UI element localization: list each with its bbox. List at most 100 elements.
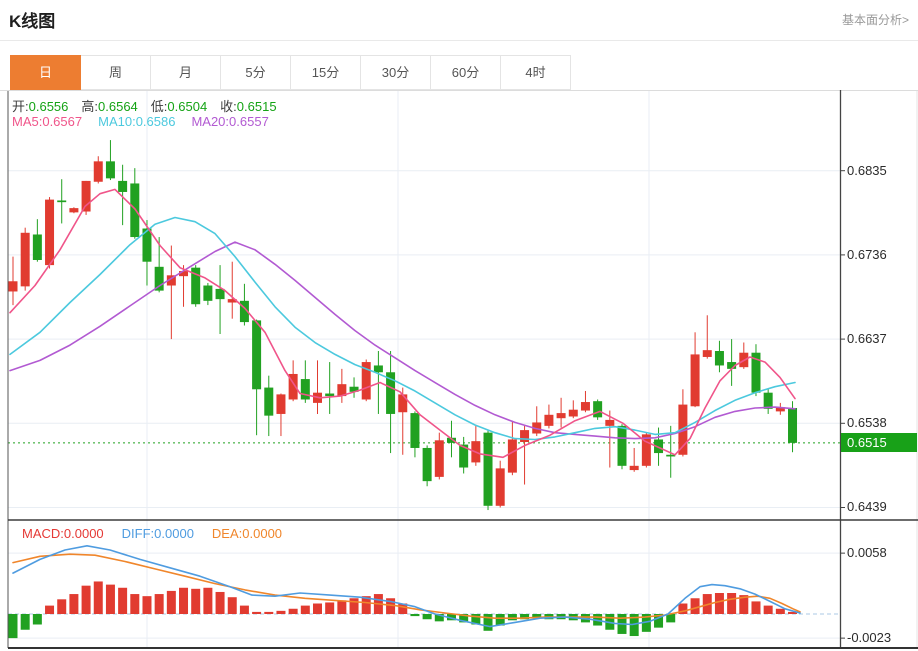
y-axis-label: 0.6439 [847, 499, 887, 515]
y-axis-label: 0.6637 [847, 331, 887, 347]
macd-bar [264, 611, 274, 614]
candle-body [118, 180, 128, 192]
row-ohlc-value: 0.6504 [167, 99, 208, 114]
candle-body [203, 285, 213, 301]
candle-body [520, 430, 530, 443]
candle-body [130, 183, 140, 238]
row-ma-value: 0.6557 [229, 114, 269, 129]
macd-bar [763, 605, 773, 614]
macd-bar [775, 608, 785, 614]
kline-page: K线图 基本面分析> 日周月 5分 15分 30分 60分 4时 开:0.6556 高:0.… [0, 0, 918, 651]
macd-bar [105, 584, 115, 614]
row-macd-label: DEA: [211, 526, 243, 541]
macd-bar [203, 587, 213, 614]
candle-body [32, 234, 42, 261]
candle-body [495, 468, 505, 506]
candle-body [434, 440, 444, 477]
candle-body [45, 199, 55, 266]
macd-bar [422, 614, 432, 620]
candle-body [483, 432, 493, 506]
macd-bar [276, 610, 286, 614]
macd-bar [130, 594, 140, 614]
candle-body [215, 288, 225, 300]
macd-bar [166, 590, 176, 614]
candle-body [373, 365, 383, 373]
candle-body [154, 266, 164, 291]
candle-body [507, 439, 517, 473]
y-axis-label: -0.0023 [847, 630, 892, 646]
candle-body [410, 413, 420, 448]
candle-body [568, 409, 578, 417]
candle-body [422, 447, 432, 482]
candle-body [690, 354, 700, 407]
current-price-tag: 0.6515 [841, 433, 917, 453]
y-axis-label: 0.6538 [847, 415, 887, 431]
macd-bar [8, 614, 18, 639]
macd-bar [507, 614, 517, 621]
candle-body [276, 394, 286, 414]
y-axis-label: 0.0058 [847, 545, 887, 561]
macd-bar [227, 597, 237, 614]
candle-body [788, 407, 798, 443]
candle-body [629, 465, 639, 471]
row-macd-value: 0.0000 [63, 526, 104, 541]
candle-body [252, 320, 262, 390]
macd-bar [337, 600, 347, 614]
candle-body [105, 161, 115, 179]
row-ohlc-label: 收: [220, 99, 237, 114]
row-ohlc-value: 0.6515 [236, 99, 277, 114]
ohlc-readout: 开:0.6556 高:0.6564 低:0.6504 收:0.6515 [12, 96, 290, 115]
row-macd-label: MACD: [22, 526, 64, 541]
row-ma-value: 0.6567 [42, 114, 83, 129]
macd-bar [727, 593, 737, 614]
y-axis-label: 0.6736 [847, 246, 887, 262]
row-ohlc-label: 高: [81, 99, 99, 114]
macd-bar [690, 598, 700, 614]
macd-readout: MACD:0.0000 DIFF:0.0000 DEA:0.0000 [22, 526, 300, 541]
row-ma-label: MA20: [191, 114, 230, 129]
candle-body [8, 281, 18, 292]
candle-body [556, 413, 566, 419]
candle-body [300, 379, 310, 400]
macd-bar [483, 614, 493, 631]
row-ohlc-label: 开: [12, 99, 29, 114]
candle-body [702, 350, 712, 357]
row-ma-label: MA5: [12, 114, 43, 129]
macd-bar [300, 605, 310, 614]
macd-bar [215, 591, 225, 614]
candle-body [544, 414, 554, 426]
row-macd-value: 0.0000 [154, 526, 194, 541]
macd-bar [32, 614, 42, 625]
candle-body [20, 232, 30, 287]
candle-body [69, 208, 79, 213]
candle-body [580, 402, 590, 411]
candle-body [93, 161, 103, 182]
row-macd-value: 0.0000 [242, 526, 283, 541]
macd-bar [81, 585, 91, 614]
macd-bar [45, 605, 55, 614]
candle-body [593, 401, 603, 418]
macd-bar [154, 594, 164, 614]
row-ohlc-value: 0.6556 [28, 99, 69, 114]
macd-bar [142, 596, 152, 614]
macd-bar [20, 614, 30, 630]
candle-body [81, 180, 91, 212]
macd-bar [252, 611, 262, 614]
macd-bar [410, 614, 420, 617]
macd-bar [69, 594, 79, 614]
macd-bar [57, 599, 67, 614]
macd-bar [179, 587, 189, 614]
candle-body [57, 200, 67, 203]
macd-bar [239, 605, 249, 614]
row-macd-label: DIFF: [121, 526, 155, 541]
macd-bar [118, 587, 128, 614]
macd-bar [288, 608, 298, 614]
candle-body [617, 425, 627, 466]
macd-bar [751, 601, 761, 614]
macd-bar [93, 581, 103, 614]
y-axis-label: 0.6835 [847, 162, 887, 178]
macd-bar [191, 588, 201, 614]
row-ma-label: MA10: [98, 114, 136, 129]
macd-bar [714, 593, 724, 614]
candle-body [763, 392, 773, 409]
